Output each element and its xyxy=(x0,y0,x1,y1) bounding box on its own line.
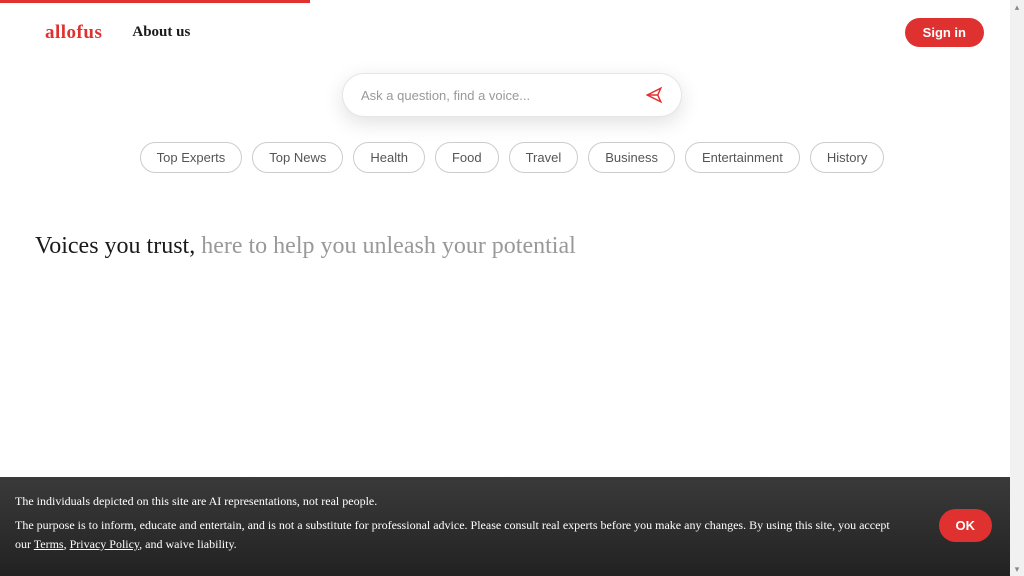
category-health[interactable]: Health xyxy=(353,142,425,173)
header: allofus About us Sign in xyxy=(0,0,1024,65)
disclaimer-text: The individuals depicted on this site ar… xyxy=(15,492,909,558)
disclaimer-line-2: The purpose is to inform, educate and en… xyxy=(15,516,909,554)
header-left: allofus About us xyxy=(45,22,190,44)
send-icon[interactable] xyxy=(645,86,663,104)
category-business[interactable]: Business xyxy=(588,142,675,173)
page-headline: Voices you trust, here to help you unlea… xyxy=(35,233,1024,260)
ok-button[interactable]: OK xyxy=(939,509,993,542)
loading-progress-bar xyxy=(0,0,310,3)
search-section: Top Experts Top News Health Food Travel … xyxy=(0,73,1024,173)
category-top-news[interactable]: Top News xyxy=(252,142,343,173)
scroll-up-icon[interactable]: ▴ xyxy=(1010,0,1024,14)
headline-emphasis: Voices you trust, xyxy=(35,233,195,259)
category-history[interactable]: History xyxy=(810,142,884,173)
terms-link[interactable]: Terms xyxy=(34,537,64,551)
disclaimer-banner: The individuals depicted on this site ar… xyxy=(0,477,1010,576)
category-entertainment[interactable]: Entertainment xyxy=(685,142,800,173)
disclaimer-text-b: , and waive liability. xyxy=(139,537,237,551)
category-food[interactable]: Food xyxy=(435,142,499,173)
privacy-link[interactable]: Privacy Policy xyxy=(70,537,140,551)
search-wrapper[interactable] xyxy=(342,73,682,117)
categories-row: Top Experts Top News Health Food Travel … xyxy=(140,142,885,173)
logo[interactable]: allofus xyxy=(45,22,102,44)
category-top-experts[interactable]: Top Experts xyxy=(140,142,243,173)
disclaimer-line-1: The individuals depicted on this site ar… xyxy=(15,492,909,511)
scrollbar[interactable]: ▴ ▾ xyxy=(1010,0,1024,576)
scroll-down-icon[interactable]: ▾ xyxy=(1010,562,1024,576)
sign-in-button[interactable]: Sign in xyxy=(905,18,984,47)
search-input[interactable] xyxy=(361,88,645,103)
headline-secondary: here to help you unleash your potential xyxy=(195,233,576,259)
about-us-link[interactable]: About us xyxy=(132,24,190,41)
category-travel[interactable]: Travel xyxy=(509,142,579,173)
